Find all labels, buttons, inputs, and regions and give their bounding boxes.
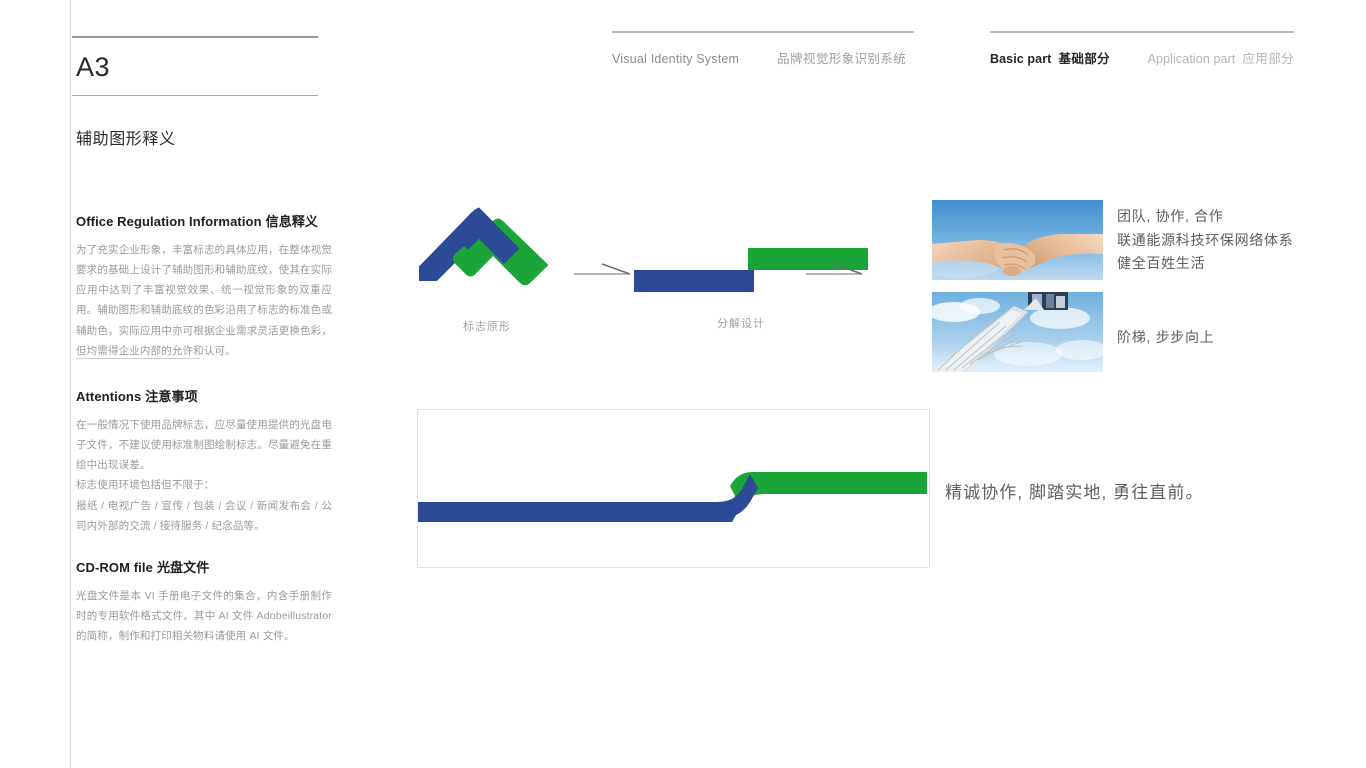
handshake-photo — [932, 200, 1103, 280]
vi-manual-page: A3 辅助图形释义 Visual Identity System 品牌视觉形象识… — [0, 0, 1366, 768]
stairway-photo — [932, 292, 1103, 372]
info-heading-attentions: Attentions 注意事项 — [76, 386, 332, 405]
page-id-rule-bottom — [72, 95, 318, 96]
heading-cn: 光盘文件 — [156, 560, 210, 575]
brand-logo — [417, 203, 557, 295]
page-id-label: A3 — [76, 52, 111, 82]
auxiliary-graphic-panel — [417, 409, 930, 568]
info-body-cdrom: 光盘文件是本 VI 手册电子文件的集合，内含手册制作时的专用软件格式文件。其中 … — [76, 590, 332, 643]
stairway-photo-caption: 阶梯, 步步向上 — [1117, 329, 1215, 345]
info-body-attentions: 在一般情况下使用品牌标志，应尽量使用提供的光盘电子文件，不建议使用标准制图绘制标… — [76, 419, 332, 532]
stairway-photo-image — [932, 292, 1103, 372]
decomposition-blue-bar — [634, 270, 754, 292]
logo-caption: 标志原形 — [463, 321, 511, 333]
arrow-right-icon — [574, 263, 631, 275]
nav-basic-en: Basic part — [990, 51, 1052, 66]
nav-application-cn: 应用部分 — [1242, 51, 1294, 66]
info-block-office-regulation: Office Regulation Information 信息释义 为了充实企业… — [76, 211, 332, 361]
info-heading-cdrom: CD-ROM file 光盘文件 — [76, 557, 332, 576]
nav-item-application-part[interactable]: Application part 应用部分 — [1148, 48, 1294, 67]
heading-cn: 注意事项 — [145, 389, 198, 404]
left-vertical-rule — [70, 0, 71, 768]
decomposition-caption: 分解设计 — [717, 318, 765, 330]
nav-application-en: Application part — [1147, 51, 1236, 66]
nav-basic-cn: 基础部分 — [1058, 51, 1111, 66]
info-heading-office-regulation: Office Regulation Information 信息释义 — [76, 211, 332, 230]
info-body-office-regulation: 为了充实企业形象，丰富标志的具体应用，在整体视觉要求的基础上设计了辅助图形和辅助… — [76, 244, 332, 357]
graphic-blue-band-top — [418, 474, 758, 518]
page-title: 辅助图形释义 — [76, 131, 176, 148]
header-visual-identity: Visual Identity System 品牌视觉形象识别系统 — [612, 31, 914, 67]
graphic-green-band — [730, 472, 927, 506]
brand-logo-icon — [419, 207, 549, 286]
slogan-text: 精诚协作, 脚踏实地, 勇往直前。 — [945, 483, 1204, 502]
heading-en: Office Regulation Information — [76, 214, 262, 229]
heading-en: CD-ROM file — [76, 560, 153, 575]
decomposition-diagram — [574, 246, 906, 302]
header-parts-nav: Basic part 基础部分 Application part 应用部分 — [990, 31, 1294, 67]
arrow-right-icon — [806, 263, 863, 275]
vis-label-cn: 品牌视觉形象识别系统 — [777, 51, 907, 66]
nav-item-basic-part[interactable]: Basic part 基础部分 — [990, 48, 1110, 67]
info-block-attentions: Attentions 注意事项 在一般情况下使用品牌标志，应尽量使用提供的光盘电子… — [76, 386, 332, 536]
auxiliary-graphic — [418, 472, 927, 522]
column-divider — [76, 358, 200, 359]
handshake-photo-caption: 团队, 协作, 合作 联通能源科技环保网络体系 健全百姓生活 — [1117, 208, 1294, 272]
heading-en: Attentions — [76, 389, 142, 404]
vis-label-en: Visual Identity System — [612, 51, 740, 66]
heading-cn: 信息释义 — [265, 214, 319, 229]
page-id-block: A3 — [72, 36, 318, 96]
handshake-photo-image — [932, 200, 1103, 280]
info-block-cdrom: CD-ROM file 光盘文件 光盘文件是本 VI 手册电子文件的集合，内含手册… — [76, 557, 332, 646]
